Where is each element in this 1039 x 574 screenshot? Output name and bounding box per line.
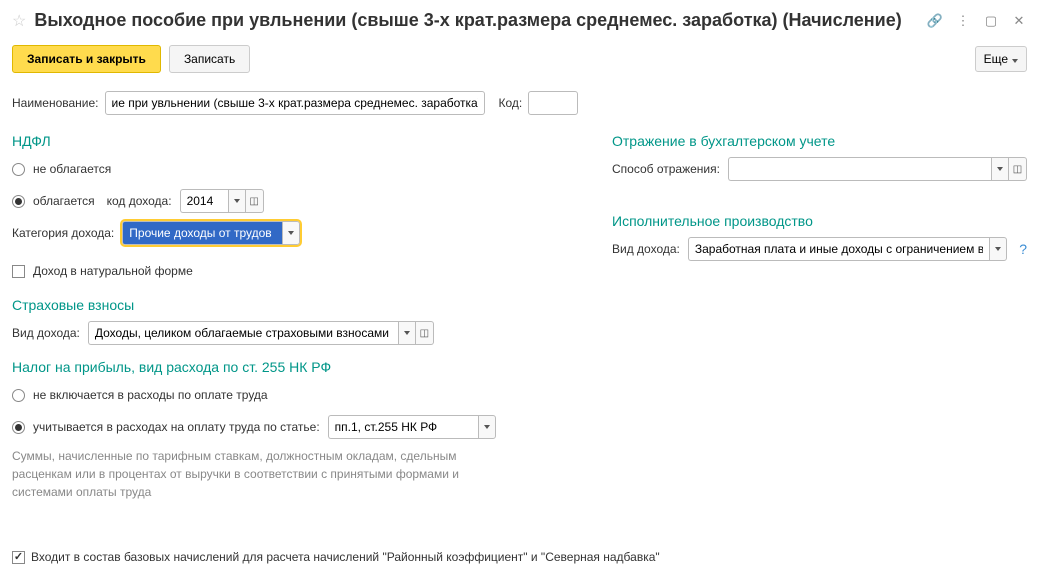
ndfl-taxed-radio[interactable] [12,195,25,208]
kod-dohoda-label: код дохода: [107,194,172,208]
more-button[interactable]: Еще [975,46,1027,72]
kod-dohoda-input[interactable] [180,189,228,213]
open-dialog-icon[interactable] [416,321,434,345]
menu-dots-icon[interactable]: ⋮ [955,13,971,29]
kod-dohoda-combo[interactable] [180,189,264,213]
chevron-down-icon[interactable] [478,415,496,439]
buh-sposob-label: Способ отражения: [612,162,720,176]
natural-income-checkbox[interactable] [12,265,25,278]
np-article-input[interactable] [328,415,478,439]
kat-dohoda-combo[interactable] [122,221,300,245]
naim-label: Наименование: [12,96,99,110]
naim-input[interactable] [105,91,485,115]
np-not-included-radio[interactable] [12,389,25,402]
chevron-down-icon[interactable] [991,157,1009,181]
sv-section-title: Страховые взносы [12,297,552,313]
footer-label: Входит в состав базовых начислений для р… [31,550,660,564]
sv-vid-input[interactable] [88,321,398,345]
open-dialog-icon[interactable] [246,189,264,213]
ndfl-taxed-label: облагается [33,194,95,208]
ip-vid-label: Вид дохода: [612,242,680,256]
buh-section-title: Отражение в бухгалтерском учете [612,133,1027,149]
save-close-button[interactable]: Записать и закрыть [12,45,161,73]
ndfl-not-taxed-label: не облагается [33,162,111,176]
buh-sposob-combo[interactable] [728,157,1027,181]
np-section-title: Налог на прибыль, вид расхода по ст. 255… [12,359,552,375]
kod-input[interactable] [528,91,578,115]
chevron-down-icon[interactable] [282,221,300,245]
favorite-star-icon[interactable]: ☆ [12,11,26,31]
save-button[interactable]: Записать [169,45,250,73]
window-title: Выходное пособие при увльнении (свыше 3-… [34,10,919,31]
close-icon[interactable]: ✕ [1011,13,1027,29]
link-icon[interactable]: 🔗 [927,13,943,29]
help-icon[interactable]: ? [1019,241,1027,257]
np-article-combo[interactable] [328,415,496,439]
chevron-down-icon[interactable] [989,237,1007,261]
np-hint-text: Суммы, начисленные по тарифным ставкам, … [12,447,472,501]
chevron-down-icon[interactable] [228,189,246,213]
kat-dohoda-input[interactable] [122,221,282,245]
natural-income-label: Доход в натуральной форме [33,264,193,278]
open-dialog-icon[interactable] [1009,157,1027,181]
maximize-icon[interactable]: ▢ [983,13,999,29]
ip-section-title: Исполнительное производство [612,213,1027,229]
buh-sposob-input[interactable] [728,157,991,181]
chevron-down-icon[interactable] [398,321,416,345]
kat-dohoda-label: Категория дохода: [12,226,114,240]
ndfl-not-taxed-radio[interactable] [12,163,25,176]
ndfl-section-title: НДФЛ [12,133,552,149]
sv-vid-combo[interactable] [88,321,434,345]
kod-label: Код: [499,96,523,110]
np-included-label: учитывается в расходах на оплату труда п… [33,420,320,434]
np-included-radio[interactable] [12,421,25,434]
np-not-included-label: не включается в расходы по оплате труда [33,388,268,402]
ip-vid-combo[interactable] [688,237,1007,261]
chevron-down-icon [1012,52,1018,66]
sv-vid-label: Вид дохода: [12,326,80,340]
ip-vid-input[interactable] [688,237,989,261]
footer-checkbox[interactable] [12,551,25,564]
